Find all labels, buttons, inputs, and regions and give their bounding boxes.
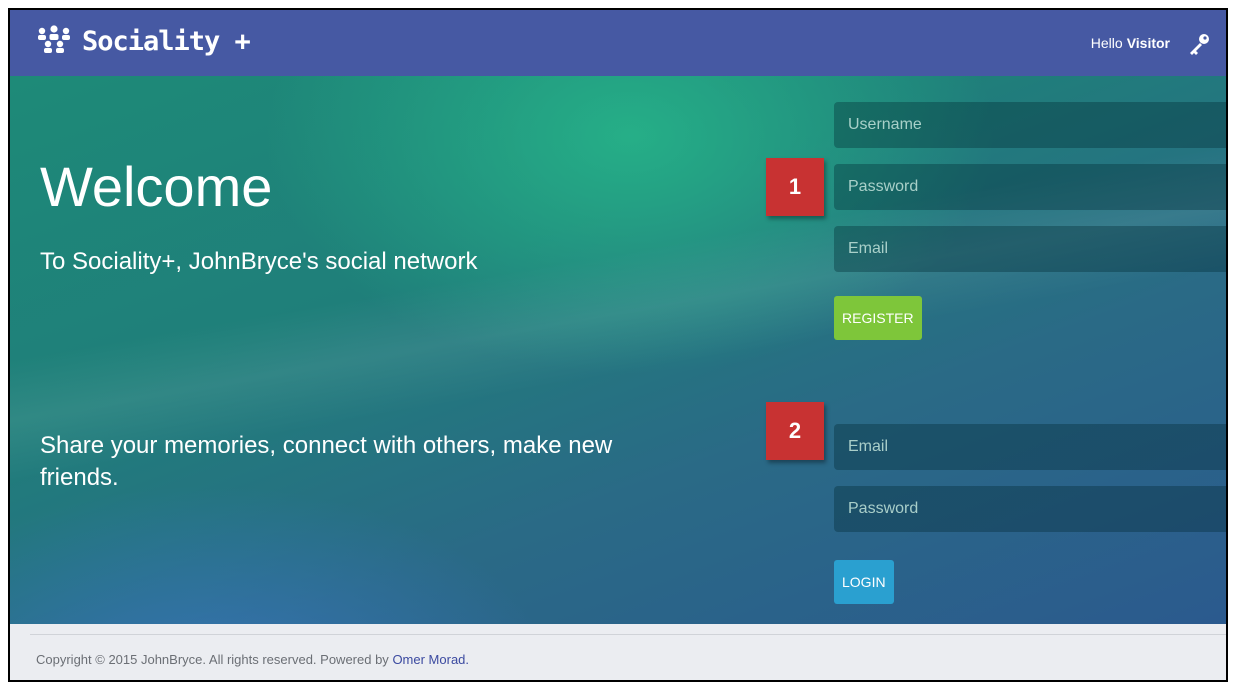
register-password-input[interactable] xyxy=(834,164,1226,210)
people-group-icon xyxy=(38,25,70,53)
key-icon[interactable] xyxy=(1186,31,1212,57)
login-password-input[interactable] xyxy=(834,486,1226,532)
annotation-badge-register: 1 xyxy=(766,158,824,216)
brand-name: Sociality + xyxy=(82,25,251,57)
username-label: Visitor xyxy=(1126,35,1170,51)
author-link[interactable]: Omer Morad. xyxy=(392,652,469,667)
annotation-badge-login: 2 xyxy=(766,402,824,460)
copyright-label: Copyright © 2015 JohnBryce. All rights r… xyxy=(36,652,389,667)
hero-tagline: Share your memories, connect with others… xyxy=(40,432,613,491)
copyright-text: Copyright © 2015 JohnBryce. All rights r… xyxy=(36,652,469,667)
user-greeting: Hello Visitor xyxy=(1091,35,1170,51)
welcome-heading: Welcome xyxy=(40,155,273,218)
register-button[interactable]: REGISTER xyxy=(834,296,922,340)
register-username-input[interactable] xyxy=(834,102,1226,148)
greeting-text: Hello xyxy=(1090,35,1123,51)
top-navbar: Sociality + Hello Visitor xyxy=(10,10,1226,77)
login-email-input[interactable] xyxy=(834,424,1226,470)
register-email-input[interactable] xyxy=(834,226,1226,272)
hero-section: Welcome To Sociality+, JohnBryce's socia… xyxy=(10,76,1226,624)
page-frame: Sociality + Hello Visitor Welcome To Soci… xyxy=(8,8,1228,682)
footer-divider xyxy=(30,634,1226,635)
login-button[interactable]: LOGIN xyxy=(834,560,894,604)
brand-logo[interactable]: Sociality + xyxy=(34,24,251,58)
welcome-subtitle: To Sociality+, JohnBryce's social networ… xyxy=(40,248,478,275)
page-footer: Copyright © 2015 JohnBryce. All rights r… xyxy=(10,624,1226,680)
